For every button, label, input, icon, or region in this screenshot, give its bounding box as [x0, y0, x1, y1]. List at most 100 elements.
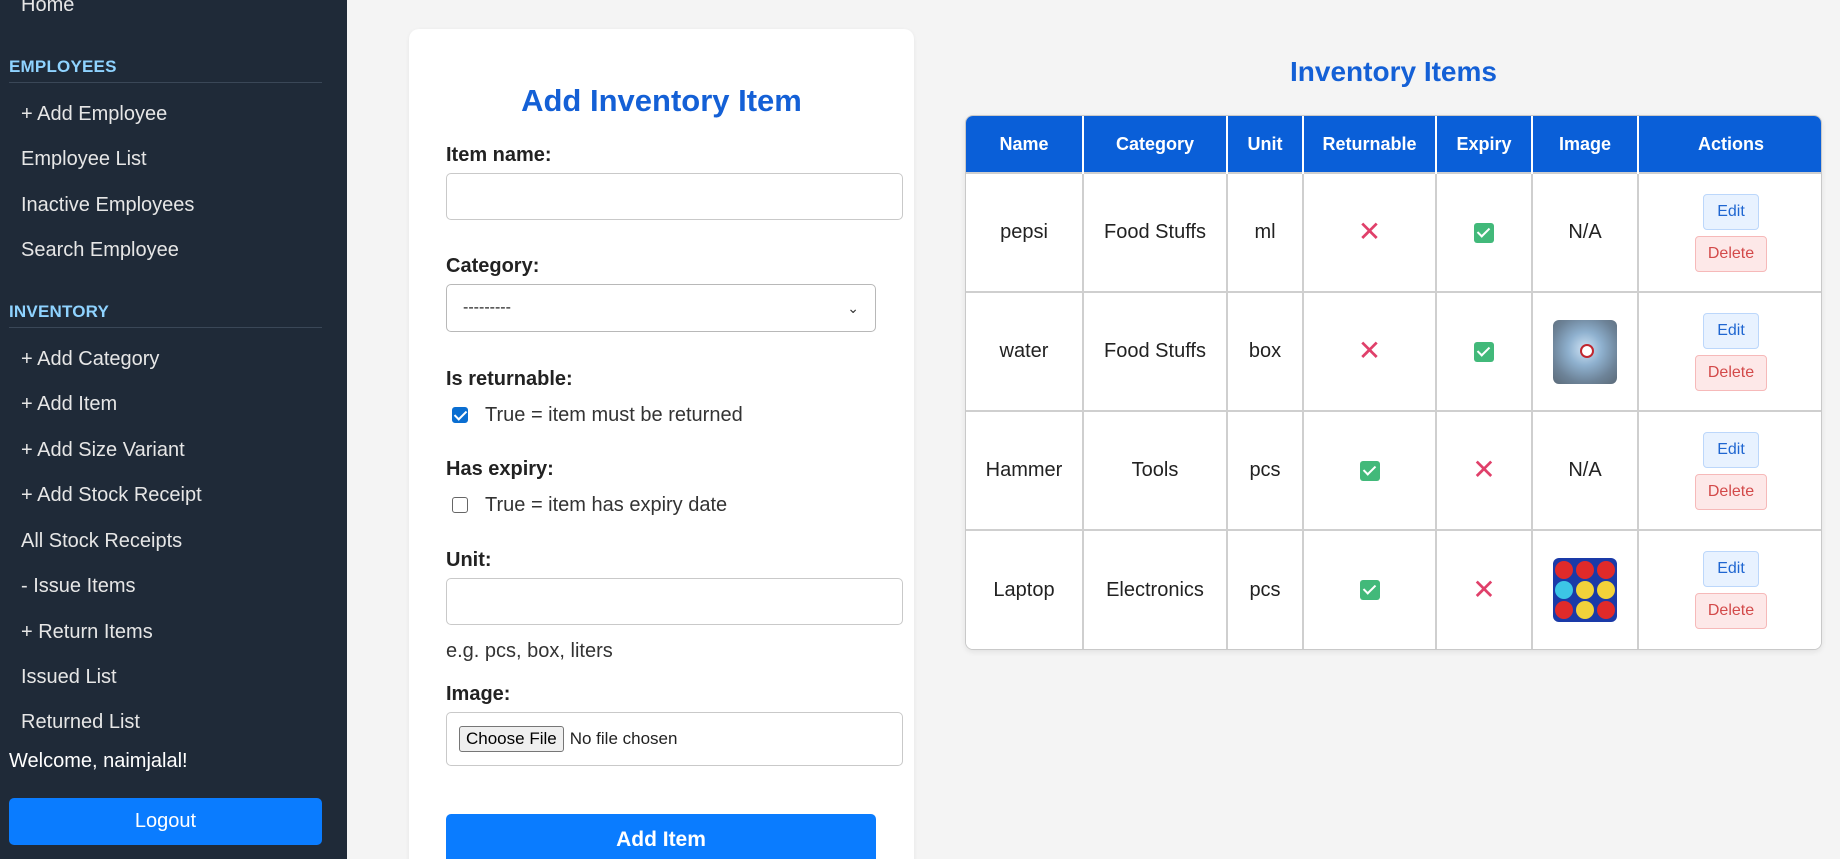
file-status-text: No file chosen: [569, 729, 678, 748]
sidebar-heading-employees: EMPLOYEES: [9, 57, 117, 76]
sidebar-item-employee-list[interactable]: Employee List: [21, 148, 147, 171]
chevron-down-icon: ⌄: [847, 299, 859, 316]
edit-button[interactable]: Edit: [1703, 431, 1759, 468]
cell-category: Food Stuffs: [1083, 291, 1228, 411]
cell-unit: ml: [1227, 172, 1304, 292]
column-header-actions[interactable]: Actions: [1638, 116, 1821, 173]
image-label: Image:: [446, 683, 511, 705]
inventory-table-title: Inventory Items: [1290, 56, 1497, 87]
ball-shape: [1597, 561, 1615, 579]
cell-image: [1532, 529, 1639, 649]
sidebar-item-all-stock-receipts[interactable]: All Stock Receipts: [21, 530, 182, 553]
ball-shape: [1555, 601, 1573, 619]
sidebar-heading-inventory: INVENTORY: [9, 302, 110, 321]
sidebar-item-home[interactable]: Home: [21, 0, 74, 17]
cross-icon: ✕: [1472, 454, 1496, 485]
sidebar: Home EMPLOYEES + Add Employee Employee L…: [0, 0, 347, 859]
sidebar-divider: [9, 327, 322, 328]
logout-button[interactable]: Logout: [9, 798, 322, 845]
cell-expiry: ✕: [1436, 410, 1533, 530]
sidebar-item-add-item[interactable]: + Add Item: [21, 393, 117, 416]
cell-name: pepsi: [966, 172, 1084, 292]
table-row: Hammer Tools pcs ✕ N/A Edit Delete: [966, 410, 1821, 530]
add-item-button[interactable]: Add Item: [446, 814, 876, 859]
ball-shape: [1555, 561, 1573, 579]
sidebar-item-issue-items[interactable]: - Issue Items: [21, 575, 135, 598]
sidebar-item-inactive-employees[interactable]: Inactive Employees: [21, 194, 194, 217]
image-file-input: Choose File No file chosen: [446, 712, 903, 766]
cell-expiry: ✕: [1436, 529, 1533, 649]
cell-image: N/A: [1532, 410, 1639, 530]
column-header-name[interactable]: Name: [966, 116, 1084, 173]
delete-button[interactable]: Delete: [1694, 235, 1768, 272]
delete-button[interactable]: Delete: [1694, 354, 1768, 391]
ball-shape: [1597, 601, 1615, 619]
item-name-input[interactable]: [446, 173, 903, 220]
cell-image: N/A: [1532, 172, 1639, 292]
table-row: pepsi Food Stuffs ml ✕ N/A Edit Delete: [966, 172, 1821, 292]
column-header-unit[interactable]: Unit: [1227, 116, 1304, 173]
cell-category: Tools: [1083, 410, 1228, 530]
sidebar-item-issued-list[interactable]: Issued List: [21, 666, 117, 689]
cell-actions: Edit Delete: [1638, 172, 1821, 292]
returnable-checkbox[interactable]: [452, 407, 468, 423]
sidebar-item-add-category[interactable]: + Add Category: [21, 348, 159, 371]
expiry-checkbox[interactable]: [452, 497, 468, 513]
expiry-checkbox-label: True = item has expiry date: [485, 494, 728, 516]
cell-returnable: ✕: [1303, 291, 1437, 411]
cell-unit: pcs: [1227, 410, 1304, 530]
ball-shape: [1555, 581, 1573, 599]
item-thumbnail[interactable]: [1553, 558, 1617, 622]
cell-category: Food Stuffs: [1083, 172, 1228, 292]
cell-category: Electronics: [1083, 529, 1228, 649]
expiry-label: Has expiry:: [446, 458, 554, 480]
cell-expiry: [1436, 291, 1533, 411]
cell-image: [1532, 291, 1639, 411]
column-header-returnable[interactable]: Returnable: [1303, 116, 1437, 173]
cell-expiry: [1436, 172, 1533, 292]
form-title: Add Inventory Item: [521, 83, 802, 118]
choose-file-button[interactable]: Choose File: [459, 726, 564, 752]
sidebar-item-search-employee[interactable]: Search Employee: [21, 239, 179, 262]
check-icon: [1359, 580, 1380, 601]
table-header-row: Name Category Unit Returnable Expiry Ima…: [966, 116, 1821, 173]
delete-button[interactable]: Delete: [1694, 473, 1768, 510]
ball-shape: [1576, 601, 1594, 619]
column-header-category[interactable]: Category: [1083, 116, 1228, 173]
sidebar-divider: [9, 82, 322, 83]
welcome-text: Welcome, naimjalal!: [9, 750, 188, 772]
delete-button[interactable]: Delete: [1694, 593, 1768, 629]
add-item-form: Add Inventory Item Item name: Category: …: [409, 29, 914, 859]
column-header-expiry[interactable]: Expiry: [1436, 116, 1533, 173]
cross-icon: ✕: [1357, 335, 1382, 366]
returnable-checkbox-label: True = item must be returned: [485, 404, 743, 426]
sidebar-item-add-stock-receipt[interactable]: + Add Stock Receipt: [21, 484, 202, 507]
sidebar-item-returned-list[interactable]: Returned List: [21, 711, 140, 734]
cross-icon: ✕: [1357, 216, 1382, 247]
cell-name: Laptop: [966, 529, 1084, 649]
cell-returnable: ✕: [1303, 172, 1437, 292]
category-select[interactable]: --------- ⌄: [446, 284, 876, 332]
sidebar-item-return-items[interactable]: + Return Items: [21, 621, 153, 644]
inventory-table: Name Category Unit Returnable Expiry Ima…: [965, 115, 1822, 650]
ball-shape: [1576, 581, 1594, 599]
cell-unit: box: [1227, 291, 1304, 411]
cell-actions: Edit Delete: [1638, 291, 1821, 411]
item-thumbnail[interactable]: [1553, 319, 1617, 384]
check-icon: [1474, 222, 1494, 243]
table-row: Laptop Electronics pcs ✕ Edit Delete: [966, 529, 1821, 649]
sidebar-item-add-employee[interactable]: + Add Employee: [21, 103, 167, 126]
cell-returnable: [1303, 410, 1437, 530]
item-name-label: Item name:: [446, 144, 552, 166]
ball-shape: [1597, 581, 1615, 599]
edit-button[interactable]: Edit: [1703, 193, 1759, 230]
edit-button[interactable]: Edit: [1703, 312, 1759, 349]
column-header-image[interactable]: Image: [1532, 116, 1639, 173]
sidebar-item-add-size-variant[interactable]: + Add Size Variant: [21, 439, 185, 462]
cell-name: Hammer: [966, 410, 1084, 530]
edit-button[interactable]: Edit: [1703, 551, 1759, 587]
unit-input[interactable]: [446, 578, 903, 625]
category-label: Category:: [446, 255, 540, 277]
returnable-label: Is returnable:: [446, 368, 573, 390]
unit-hint: e.g. pcs, box, liters: [446, 640, 613, 662]
